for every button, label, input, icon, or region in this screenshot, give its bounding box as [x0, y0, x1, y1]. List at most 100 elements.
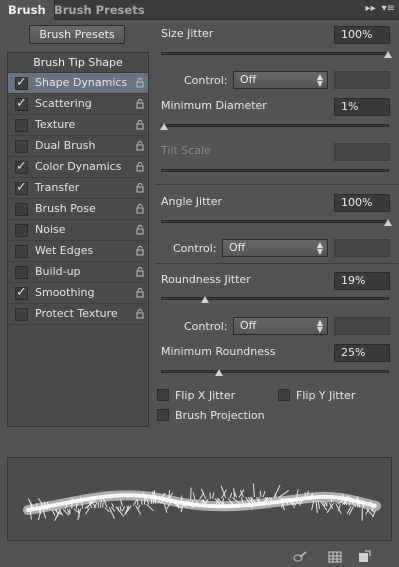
bristle-mark: [102, 502, 104, 508]
tilt-scale-slider: [161, 169, 389, 172]
option-brush-pose[interactable]: Brush Pose: [8, 199, 148, 220]
grid-icon[interactable]: [328, 550, 342, 564]
roundness-jitter-slider[interactable]: [161, 296, 389, 303]
min-diameter-label: Minimum Diameter: [161, 99, 267, 112]
angle-jitter-slider[interactable]: [161, 219, 392, 226]
control-label-3: Control:: [184, 320, 228, 333]
lock-icon[interactable]: [136, 246, 144, 256]
option-transfer[interactable]: ✓ Transfer: [8, 178, 148, 199]
option-checkbox[interactable]: ✓: [15, 75, 28, 90]
lock-icon[interactable]: [136, 288, 144, 298]
bristle-mark: [317, 500, 321, 510]
option-shape-dynamics[interactable]: ✓ Shape Dynamics: [8, 73, 148, 94]
option-checkbox[interactable]: [15, 245, 28, 258]
option-scattering[interactable]: ✓ Scattering: [8, 94, 148, 115]
control-select-1[interactable]: Off ▲ ▼: [233, 71, 328, 89]
panel-menu-icon[interactable]: ▾≡: [382, 3, 395, 17]
option-label: Transfer: [35, 181, 80, 194]
option-noise[interactable]: Noise: [8, 220, 148, 241]
bristle-mark: [115, 506, 125, 517]
option-texture[interactable]: Texture: [8, 115, 148, 136]
new-preset-icon[interactable]: [357, 550, 371, 564]
option-checkbox[interactable]: ✓: [15, 180, 28, 195]
min-diameter-slider[interactable]: [160, 123, 389, 130]
bristle-mark: [146, 504, 154, 512]
option-checkbox[interactable]: ✓: [15, 159, 28, 174]
option-label: Smoothing: [35, 286, 95, 299]
min-roundness-slider[interactable]: [161, 369, 389, 376]
divider: [155, 184, 399, 185]
option-dual-brush[interactable]: Dual Brush: [8, 136, 148, 157]
option-build-up[interactable]: Build-up: [8, 262, 148, 283]
select-arrows-icon: ▲ ▼: [316, 240, 323, 256]
lock-icon[interactable]: [136, 78, 144, 88]
option-protect-texture[interactable]: Protect Texture: [8, 304, 148, 325]
divider: [155, 263, 399, 264]
lock-icon[interactable]: [136, 99, 144, 109]
brush-presets-button[interactable]: Brush Presets: [29, 25, 125, 44]
min-diameter-field[interactable]: 1%: [334, 98, 390, 116]
option-checkbox[interactable]: [15, 266, 28, 279]
min-roundness-field[interactable]: 25%: [334, 344, 390, 362]
brush-tip-shape-item[interactable]: Brush Tip Shape: [8, 53, 148, 73]
option-wet-edges[interactable]: Wet Edges: [8, 241, 148, 262]
bristle-mark: [120, 499, 123, 507]
brush-projection-checkbox[interactable]: [157, 409, 169, 421]
lock-icon[interactable]: [136, 204, 144, 214]
tab-brush-presets[interactable]: Brush Presets: [46, 0, 153, 20]
option-smoothing[interactable]: ✓ Smoothing: [8, 283, 148, 304]
angle-jitter-thumb[interactable]: [384, 219, 392, 226]
size-jitter-thumb[interactable]: [384, 51, 392, 58]
roundness-jitter-field[interactable]: 19%: [334, 272, 390, 290]
option-checkbox[interactable]: ✓: [15, 285, 28, 300]
bristle-mark: [108, 506, 115, 519]
bristle-mark: [53, 509, 62, 522]
size-jitter-label: Size Jitter: [161, 27, 214, 40]
option-label: Dual Brush: [35, 139, 96, 152]
bristle-mark: [135, 505, 142, 515]
control-select-2[interactable]: Off ▲ ▼: [222, 239, 328, 257]
lock-icon[interactable]: [136, 225, 144, 235]
flip-x-checkbox[interactable]: [157, 389, 169, 401]
lock-icon[interactable]: [136, 267, 144, 277]
checkmark-icon: ✓: [16, 180, 27, 195]
control-select-3[interactable]: Off ▲ ▼: [233, 317, 328, 335]
lock-icon[interactable]: [136, 141, 144, 151]
brush-stroke-preview: [7, 457, 392, 541]
control-1-extra-field: [334, 71, 390, 89]
control-select-3-value: Off: [240, 319, 257, 332]
roundness-jitter-thumb[interactable]: [200, 296, 209, 303]
angle-jitter-field[interactable]: 100%: [334, 194, 390, 212]
flip-x-label: Flip X Jitter: [175, 389, 236, 402]
option-color-dynamics[interactable]: ✓ Color Dynamics: [8, 157, 148, 178]
control-label-1: Control:: [184, 74, 228, 87]
option-label: Shape Dynamics: [35, 76, 128, 89]
control-3-extra-field: [334, 317, 390, 335]
min-diameter-thumb[interactable]: [160, 123, 169, 130]
option-checkbox[interactable]: [15, 224, 28, 237]
lock-icon[interactable]: [136, 162, 144, 172]
lock-icon[interactable]: [136, 183, 144, 193]
bristle-mark: [84, 507, 90, 515]
brush-stroke-image: [23, 483, 381, 522]
option-checkbox[interactable]: ✓: [15, 96, 28, 111]
option-label: Brush Pose: [35, 202, 96, 215]
size-jitter-field[interactable]: 100%: [334, 26, 390, 44]
option-checkbox[interactable]: [15, 308, 28, 321]
min-roundness-thumb[interactable]: [214, 369, 223, 376]
option-checkbox[interactable]: [15, 203, 28, 216]
lock-icon[interactable]: [136, 309, 144, 319]
option-checkbox[interactable]: [15, 119, 28, 132]
bristle-mark: [200, 488, 207, 500]
flip-y-checkbox[interactable]: [278, 389, 290, 401]
tilt-scale-label: Tilt Scale: [161, 144, 211, 157]
bristle-mark: [212, 492, 215, 499]
option-checkbox[interactable]: [15, 140, 28, 153]
checkmark-icon: ✓: [16, 159, 27, 174]
live-tip-icon[interactable]: [293, 550, 307, 564]
option-label: Noise: [35, 223, 66, 236]
lock-icon[interactable]: [136, 120, 144, 130]
size-jitter-slider[interactable]: [161, 51, 392, 58]
angle-jitter-label: Angle Jitter: [161, 195, 223, 208]
collapse-arrows-icon[interactable]: ▸▸: [366, 3, 376, 17]
